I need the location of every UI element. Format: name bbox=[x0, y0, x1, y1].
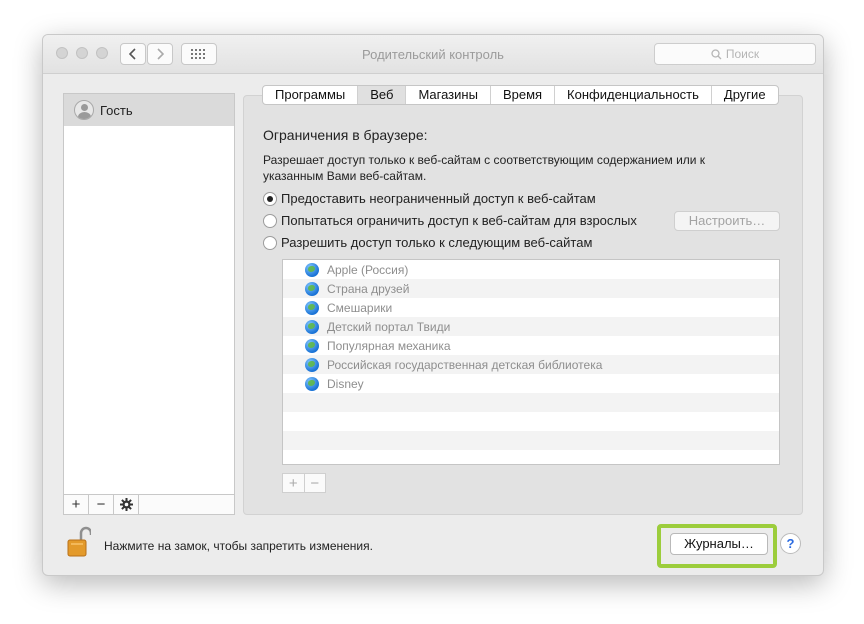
search-field[interactable]: Поиск bbox=[654, 43, 816, 65]
titlebar: Родительский контроль Поиск bbox=[43, 35, 823, 74]
add-user-button[interactable]: + bbox=[64, 495, 89, 514]
unlocked-padlock-icon[interactable] bbox=[67, 525, 91, 557]
help-button[interactable]: ? bbox=[780, 533, 801, 554]
site-label: Страна друзей bbox=[327, 281, 410, 296]
globe-icon bbox=[305, 376, 319, 391]
empty-row bbox=[283, 412, 779, 431]
radio-selected-icon[interactable] bbox=[263, 191, 277, 206]
radio-icon[interactable] bbox=[263, 213, 277, 228]
tab-time[interactable]: Время bbox=[491, 86, 556, 104]
sites-toolbar: + − bbox=[282, 473, 326, 493]
option-limit-adult[interactable]: Попытаться ограничить доступ к веб-сайта… bbox=[263, 213, 637, 228]
site-label: Смешарики bbox=[327, 300, 393, 315]
option-allow-only[interactable]: Разрешить доступ только к следующим веб-… bbox=[263, 235, 592, 250]
browser-restrictions-description: Разрешает доступ только к веб-сайтам с с… bbox=[263, 153, 706, 183]
option-label: Разрешить доступ только к следующим веб-… bbox=[281, 235, 593, 250]
globe-icon bbox=[305, 357, 319, 372]
list-item[interactable]: Смешарики bbox=[283, 298, 779, 317]
list-item[interactable]: Disney bbox=[283, 374, 779, 393]
option-label: Попытаться ограничить доступ к веб-сайта… bbox=[281, 213, 637, 228]
radio-icon[interactable] bbox=[263, 235, 277, 250]
user-label: Гость bbox=[100, 102, 133, 118]
tab-privacy[interactable]: Конфиденциальность bbox=[555, 86, 712, 104]
add-site-button[interactable]: + bbox=[283, 474, 305, 492]
list-item[interactable]: Российская государственная детская библи… bbox=[283, 355, 779, 374]
tab-bar: Программы Веб Магазины Время Конфиденциа… bbox=[262, 85, 779, 105]
site-label: Disney bbox=[327, 376, 364, 391]
remove-user-button[interactable]: − bbox=[89, 495, 114, 514]
logs-button[interactable]: Журналы… bbox=[670, 533, 768, 555]
globe-icon bbox=[305, 262, 319, 277]
list-item[interactable]: Страна друзей bbox=[283, 279, 779, 298]
empty-row bbox=[283, 393, 779, 412]
list-item[interactable]: Популярная механика bbox=[283, 336, 779, 355]
tab-apps[interactable]: Программы bbox=[263, 86, 359, 104]
user-avatar-icon bbox=[74, 100, 94, 120]
tab-web[interactable]: Веб bbox=[358, 86, 407, 104]
globe-icon bbox=[305, 338, 319, 353]
empty-row bbox=[283, 450, 779, 464]
remove-site-button[interactable]: − bbox=[305, 474, 326, 492]
configure-button[interactable]: Настроить… bbox=[674, 211, 780, 231]
globe-icon bbox=[305, 300, 319, 315]
site-label: Apple (Россия) bbox=[327, 262, 409, 277]
user-options-button[interactable] bbox=[114, 495, 139, 514]
option-label: Предоставить неограниченный доступ к веб… bbox=[281, 191, 596, 206]
site-label: Популярная механика bbox=[327, 338, 451, 353]
site-label: Детский портал Твиди bbox=[327, 319, 451, 334]
search-icon bbox=[711, 48, 722, 59]
list-item[interactable]: Apple (Россия) bbox=[283, 260, 779, 279]
globe-icon bbox=[305, 319, 319, 334]
lock-hint: Нажмите на замок, чтобы запретить измене… bbox=[104, 539, 373, 553]
globe-icon bbox=[305, 281, 319, 296]
tab-stores[interactable]: Магазины bbox=[406, 86, 491, 104]
site-label: Российская государственная детская библи… bbox=[327, 357, 603, 372]
empty-row bbox=[283, 431, 779, 450]
browser-restrictions-heading: Ограничения в браузере: bbox=[263, 127, 428, 143]
list-item[interactable]: Детский портал Твиди bbox=[283, 317, 779, 336]
tab-other[interactable]: Другие bbox=[712, 86, 778, 104]
option-unrestricted[interactable]: Предоставить неограниченный доступ к веб… bbox=[263, 191, 596, 206]
user-list-toolbar: + − bbox=[63, 494, 235, 515]
gear-icon bbox=[119, 498, 133, 511]
user-item-guest[interactable]: Гость bbox=[64, 94, 234, 126]
allowed-sites-list[interactable]: Apple (Россия) Страна друзей Смешарики Д… bbox=[282, 259, 780, 465]
search-placeholder: Поиск bbox=[725, 47, 760, 61]
preferences-window: Родительский контроль Поиск Гость + − Пр… bbox=[42, 34, 824, 576]
user-list[interactable]: Гость bbox=[63, 93, 235, 495]
